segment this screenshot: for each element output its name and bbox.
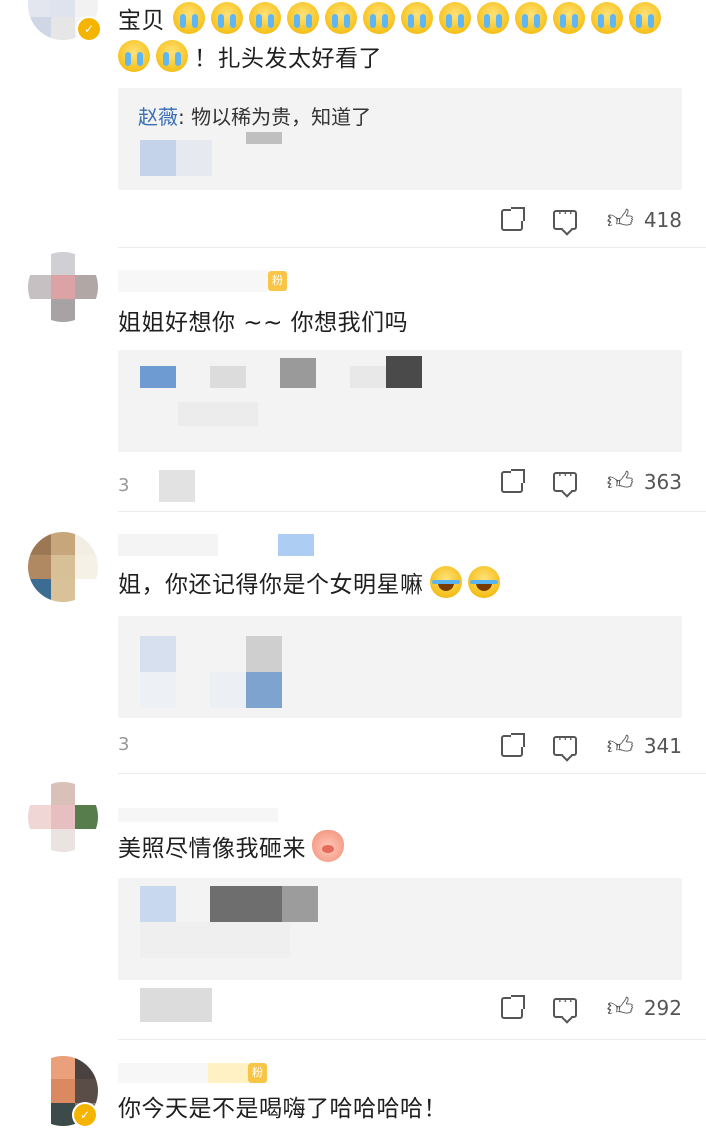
crying-emoji-icon bbox=[362, 2, 395, 34]
fans-badge: 粉 bbox=[268, 271, 287, 291]
crying-emoji-icon bbox=[476, 2, 509, 34]
comment-text: 姐姐好想你 ~~ 你想我们吗 bbox=[118, 310, 409, 336]
comment-text: 你今天是不是喝嗨了哈哈哈哈！ bbox=[118, 1096, 447, 1122]
comment-actions: 👍︎ 418 bbox=[471, 204, 682, 236]
blurred-region bbox=[140, 672, 176, 708]
reply-username[interactable]: 赵薇 bbox=[138, 105, 178, 129]
thumbs-up-icon[interactable]: 👍︎ bbox=[607, 469, 634, 495]
username[interactable] bbox=[118, 534, 314, 556]
blurred-region bbox=[140, 922, 290, 958]
crying-emoji-icon bbox=[172, 2, 205, 34]
comment-item: 姐，你还记得你是个女明星嘛 3 👍︎ 341 bbox=[0, 512, 706, 774]
comment-actions: 👍︎ 292 bbox=[471, 992, 682, 1024]
blurred-region bbox=[246, 672, 282, 708]
blurred-region bbox=[210, 366, 246, 388]
crying-emoji-icon bbox=[118, 40, 150, 72]
share-icon[interactable] bbox=[500, 207, 525, 231]
like-count: 418 bbox=[643, 208, 682, 232]
verified-badge-icon: ✓ bbox=[72, 1102, 98, 1128]
blurred-region bbox=[140, 366, 176, 388]
reply-box[interactable] bbox=[118, 350, 682, 452]
share-icon[interactable] bbox=[500, 469, 525, 493]
timestamp: 3 bbox=[118, 470, 196, 502]
comment-text: 美照尽情像我砸来 bbox=[118, 830, 682, 868]
blurred-region bbox=[246, 636, 282, 672]
reply-box[interactable]: 赵薇: 物以稀为贵，知道了 bbox=[118, 88, 682, 190]
blurred-region bbox=[280, 358, 316, 388]
comment-icon[interactable] bbox=[552, 994, 577, 1018]
thumbs-up-icon[interactable]: 👍︎ bbox=[607, 733, 634, 759]
blurred-region bbox=[140, 140, 176, 176]
blurred-region bbox=[178, 402, 258, 426]
crying-emoji-icon bbox=[514, 2, 547, 34]
crying-emoji-icon bbox=[324, 2, 357, 34]
avatar[interactable] bbox=[28, 532, 98, 602]
thumbs-up-icon[interactable]: 👍︎ bbox=[607, 207, 634, 233]
blurred-region bbox=[246, 132, 282, 144]
comment-item: ✓ 宝贝 ！扎头发太好看了 赵薇: 物以稀为贵，知道了 👍︎ 418 bbox=[0, 0, 706, 248]
crying-emoji-icon bbox=[156, 40, 188, 72]
like-count: 292 bbox=[643, 996, 682, 1020]
comment-item: 粉 姐姐好想你 ~~ 你想我们吗 3 👍︎ 363 bbox=[0, 248, 706, 512]
avatar[interactable] bbox=[28, 252, 98, 322]
like-count: 363 bbox=[643, 470, 682, 494]
like-count: 341 bbox=[643, 734, 682, 758]
comment-actions: 👍︎ 363 bbox=[471, 466, 682, 498]
comment-icon[interactable] bbox=[552, 206, 577, 230]
comment-actions: 👍︎ 341 bbox=[471, 730, 682, 762]
blurred-region bbox=[350, 366, 386, 388]
blurred-region bbox=[386, 356, 422, 388]
comment-item: ✓ 粉 你今天是不是喝嗨了哈哈哈哈！ bbox=[0, 1040, 706, 1130]
thumbs-up-icon[interactable]: 👍︎ bbox=[607, 995, 634, 1021]
crying-emoji-icon bbox=[628, 2, 661, 34]
timestamp: 3 bbox=[118, 734, 130, 755]
timestamp bbox=[118, 988, 212, 1022]
comment-text: 宝贝 ！扎头发太好看了 bbox=[118, 2, 682, 78]
username[interactable]: 粉 bbox=[118, 1062, 267, 1084]
comment-item: 美照尽情像我砸来 👍︎ 292 bbox=[0, 774, 706, 1040]
fans-badge: 粉 bbox=[248, 1063, 267, 1083]
comment-icon[interactable] bbox=[552, 468, 577, 492]
blurred-region bbox=[282, 886, 318, 922]
laugh-cry-emoji-icon bbox=[429, 566, 462, 598]
reply-text: : 物以稀为贵，知道了 bbox=[178, 105, 372, 129]
reply-line: 赵薇: 物以稀为贵，知道了 bbox=[138, 102, 371, 132]
blurred-region bbox=[140, 636, 176, 672]
crying-emoji-icon bbox=[552, 2, 585, 34]
crying-emoji-icon bbox=[590, 2, 623, 34]
comment-icon[interactable] bbox=[552, 732, 577, 756]
username[interactable]: 粉 bbox=[118, 270, 287, 292]
blurred-region bbox=[140, 886, 176, 922]
blurred-region bbox=[210, 672, 246, 708]
crying-emoji-icon bbox=[400, 2, 433, 34]
share-icon[interactable] bbox=[500, 733, 525, 757]
crying-emoji-icon bbox=[248, 2, 281, 34]
comment-text: 姐，你还记得你是个女明星嘛 bbox=[118, 566, 682, 604]
crying-emoji-icon bbox=[286, 2, 319, 34]
blurred-region bbox=[176, 140, 212, 176]
pig-emoji-icon bbox=[312, 830, 344, 862]
share-icon[interactable] bbox=[500, 995, 525, 1019]
verified-badge-icon: ✓ bbox=[76, 16, 102, 42]
avatar[interactable] bbox=[28, 782, 98, 852]
username[interactable] bbox=[118, 804, 278, 826]
crying-emoji-icon bbox=[438, 2, 471, 34]
crying-emoji-icon bbox=[210, 2, 243, 34]
laugh-cry-emoji-icon bbox=[467, 566, 500, 598]
reply-box[interactable] bbox=[118, 878, 682, 980]
blurred-region bbox=[210, 886, 282, 922]
reply-box[interactable] bbox=[118, 616, 682, 718]
